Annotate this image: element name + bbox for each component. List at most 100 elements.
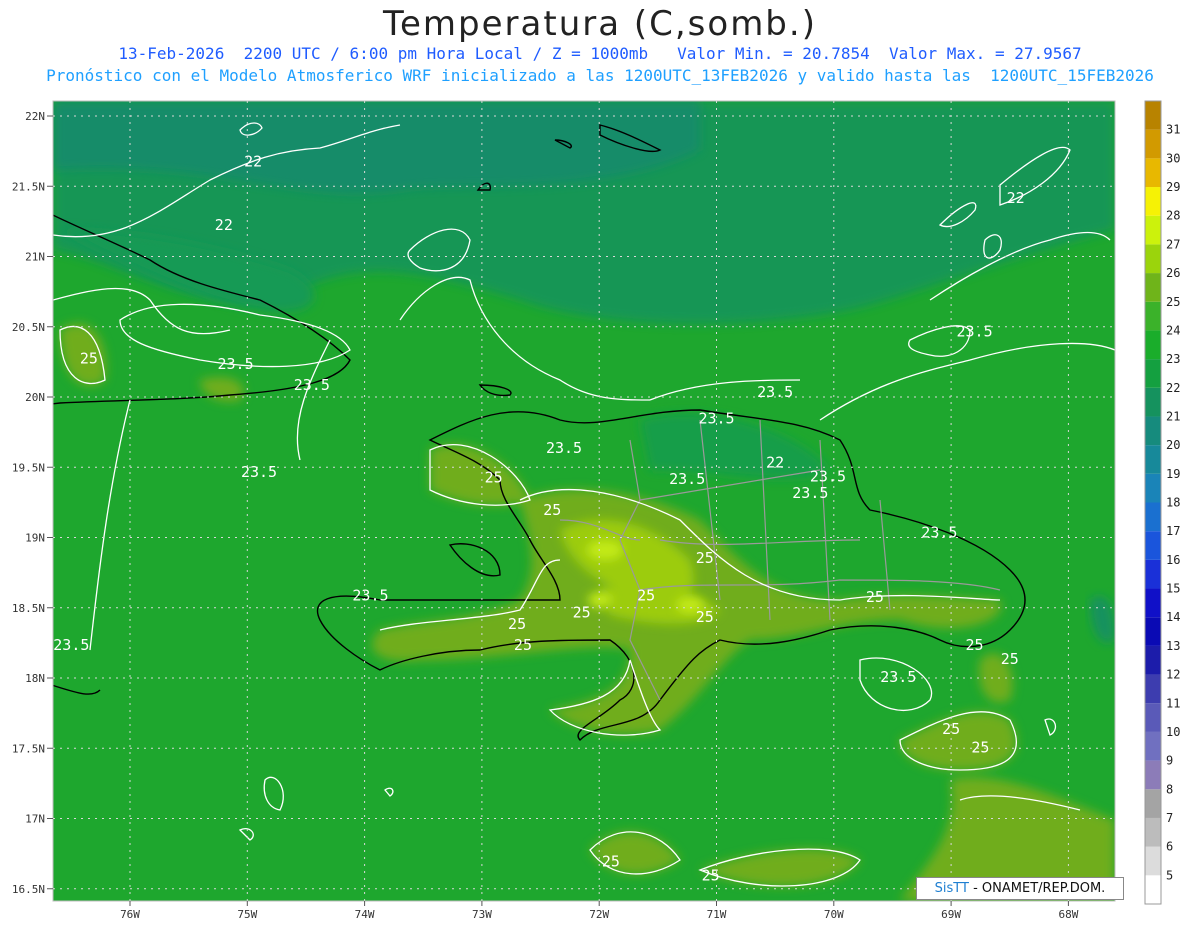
lon-tick-label: 75W (237, 908, 257, 921)
lat-tick-label: 21.5N (12, 180, 45, 193)
colorbar-label: 9 (1166, 754, 1173, 768)
contour-label: 22 (215, 216, 233, 234)
colorbar-swatch (1145, 645, 1161, 675)
contour-label: 23.5 (810, 467, 846, 485)
contour-label: 25 (573, 604, 591, 622)
lon-tick-label: 72W (589, 908, 609, 921)
sistt-logo: SisTT (934, 881, 969, 896)
contour-label: 25 (966, 636, 984, 654)
colorbar-label: 25 (1166, 295, 1180, 309)
credit-text: - ONAMET/REP.DOM. (968, 881, 1106, 896)
lat-tick-label: 20N (25, 391, 45, 404)
contour-label: 23.5 (880, 668, 916, 686)
colorbar-label: 23 (1166, 352, 1180, 366)
colorbar-label: 19 (1166, 467, 1180, 481)
colorbar-swatch (1145, 359, 1161, 388)
colorbar-label: 5 (1166, 868, 1173, 882)
colorbar-label: 22 (1166, 381, 1180, 395)
lat-tick-label: 16.5N (12, 883, 45, 896)
contour-label: 25 (1001, 650, 1019, 668)
lon-tick-label: 68W (1058, 908, 1078, 921)
lat-tick-label: 19N (25, 532, 45, 545)
contour-label: 25 (866, 588, 884, 606)
colorbar-swatch (1145, 387, 1161, 417)
temperature-colorbar: 5 6 7 8 9 10 11 12 13 14 15 16 17 18 19 20 21 22 23 24 25 26 2… (1144, 100, 1180, 905)
colorbar-label: 6 (1166, 840, 1173, 854)
contour-label: 25 (485, 469, 503, 487)
lon-tick-label: 70W (824, 908, 844, 921)
colorbar-label: 18 (1166, 496, 1180, 510)
colorbar-label: 28 (1166, 209, 1180, 223)
colorbar-swatch (1145, 445, 1161, 474)
colorbar-label: 27 (1166, 237, 1180, 251)
contour-label: 25 (971, 738, 989, 756)
credit-box: SisTT - ONAMET/REP.DOM. (916, 877, 1124, 900)
lat-tick-label: 20.5N (12, 321, 45, 334)
contour-label: 23.5 (669, 470, 705, 488)
colorbar-swatch (1145, 330, 1161, 360)
contour-label: 23.5 (698, 410, 734, 428)
lat-tick-label: 18N (25, 672, 45, 685)
contour-label: 23.5 (956, 323, 992, 341)
lon-tick-label: 76W (120, 908, 140, 921)
contour-label: 25 (702, 866, 720, 884)
colorbar-label: 7 (1166, 811, 1173, 825)
colorbar-label: 11 (1166, 696, 1180, 710)
lat-tick-label: 21N (25, 251, 45, 264)
colorbar-label: 24 (1166, 323, 1180, 337)
colorbar-swatch (1145, 473, 1161, 503)
colorbar-swatch (1145, 273, 1161, 302)
colorbar-swatch (1145, 158, 1161, 188)
colorbar-swatch (1145, 760, 1161, 790)
contour-label: 23.5 (241, 463, 277, 481)
contour-label: 23.5 (757, 383, 793, 401)
lat-tick-label: 19.5N (12, 461, 45, 474)
contour-label: 22 (1007, 189, 1025, 207)
temperature-field (53, 101, 1115, 901)
lon-tick-label: 69W (941, 908, 961, 921)
colorbar-label: 14 (1166, 610, 1180, 624)
contour-label: 25 (602, 852, 620, 870)
lon-tick-label: 74W (355, 908, 375, 921)
contour-label: 25 (637, 587, 655, 605)
contour-label: 23.5 (218, 355, 254, 373)
colorbar-label: 15 (1166, 582, 1180, 596)
colorbar-label: 16 (1166, 553, 1180, 567)
colorbar-swatch (1145, 846, 1161, 876)
colorbar-swatch (1145, 301, 1161, 331)
colorbar-swatch (1145, 789, 1161, 818)
colorbar-swatch (1145, 101, 1161, 130)
lat-tick-label: 17.5N (12, 742, 45, 755)
colorbar-label: 21 (1166, 409, 1180, 423)
contour-label: 23.5 (53, 636, 89, 654)
temperature-map: 2222222223.523.523.523.523.523.523.5 23.5… (12, 100, 1180, 921)
colorbar-label: 20 (1166, 438, 1180, 452)
contour-label: 22 (244, 153, 262, 171)
colorbar-swatch (1145, 817, 1161, 847)
colorbar-swatch (1145, 129, 1161, 159)
contour-label: 23.5 (792, 484, 828, 502)
contour-label: 22 (766, 453, 784, 471)
contour-label: 25 (942, 720, 960, 738)
colorbar-label: 29 (1166, 180, 1180, 194)
colorbar-swatch (1145, 244, 1161, 274)
contour-label: 25 (80, 349, 98, 367)
colorbar-label: 17 (1166, 524, 1180, 538)
colorbar-label: 31 (1166, 123, 1180, 137)
lon-tick-label: 73W (472, 908, 492, 921)
contour-label: 25 (543, 501, 561, 519)
lat-tick-label: 22N (25, 110, 45, 123)
colorbar-label: 10 (1166, 725, 1180, 739)
colorbar-swatch (1145, 703, 1161, 732)
colorbar-label: 12 (1166, 668, 1180, 682)
colorbar-swatch (1145, 559, 1161, 589)
contour-label: 25 (696, 549, 714, 567)
colorbar-swatch (1145, 875, 1161, 904)
contour-label: 23.5 (546, 439, 582, 457)
lat-tick-label: 18.5N (12, 602, 45, 615)
colorbar-label: 8 (1166, 782, 1173, 796)
colorbar-label: 26 (1166, 266, 1180, 280)
colorbar-swatch (1145, 187, 1161, 216)
contour-label: 23.5 (921, 524, 957, 542)
lon-tick-label: 71W (707, 908, 727, 921)
